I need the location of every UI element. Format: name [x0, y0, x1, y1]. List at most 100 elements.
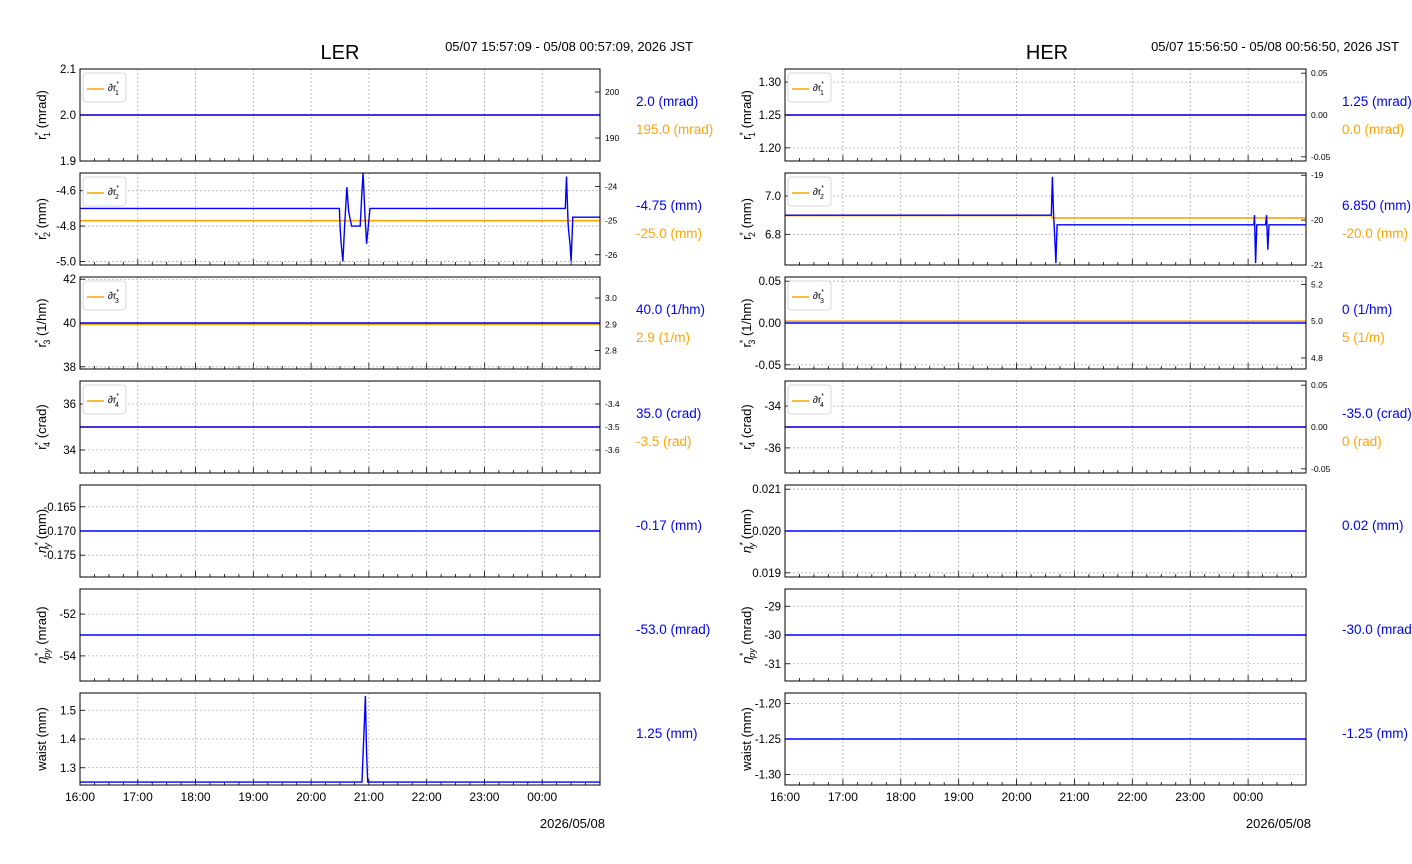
y-tick-label: -31	[764, 659, 781, 671]
value-readout-secondary: -20.0 (mm)	[1342, 226, 1408, 241]
legend: ∂r* 3	[82, 280, 127, 311]
value-readout-primary: 0 (1/hm)	[1342, 302, 1392, 317]
time-range: 05/07 15:57:09 - 05/08 00:57:09, 2026 JS…	[445, 39, 693, 54]
legend-box	[787, 176, 832, 207]
x-tick-label: 21:00	[354, 790, 384, 804]
y2-tick-label: -20	[1311, 215, 1324, 225]
y-axis-label: r*2 (mm)	[738, 198, 757, 240]
value-readout-primary: -30.0 (mrad)	[1342, 622, 1412, 637]
y-tick-label: -29	[764, 601, 781, 613]
legend-box	[82, 176, 127, 207]
panel-7: 1.3 1.4 1.5 waist (mm) 1.25 (mm) 16:00 17:00 18…	[34, 692, 698, 804]
value-readout-secondary: 0 (rad)	[1342, 434, 1382, 449]
y-tick-label: -30	[764, 630, 781, 642]
y-tick-label: -36	[764, 443, 781, 455]
y-tick-label: 2.1	[60, 64, 76, 76]
panel-6: -31 -30 -29 η*py (mrad) -30.0 (mrad)	[738, 588, 1412, 682]
y-tick-label: 0.020	[752, 526, 781, 538]
x-tick-label: 20:00	[1002, 790, 1032, 804]
y-tick-label: -54	[59, 651, 76, 663]
panel-6: -54 -52 η*py (mrad) -53.0 (mrad)	[33, 588, 710, 682]
value-readout-primary: 35.0 (crad)	[636, 406, 701, 421]
y2-tick-label: 200	[605, 87, 619, 97]
y-tick-label: 0.019	[752, 568, 781, 580]
y-tick-label: 1.5	[60, 705, 76, 717]
panel-1: 1.9 2.0 2.1 190 200 ∂r* 1 r*1 (mrad) 2.0 (mrad) 1…	[33, 64, 713, 168]
y2-tick-label: -0.05	[1311, 152, 1331, 162]
value-readout-primary: 40.0 (1/hm)	[636, 302, 705, 317]
y-tick-label: -4.6	[56, 186, 76, 198]
panel-2: 6.8 7.0 -21 -20 -19 ∂r* 2 r*2 (mm) 6.850 (mm) -20…	[738, 170, 1411, 270]
x-tick-label: 22:00	[1117, 790, 1147, 804]
y2-tick-label: 2.8	[605, 346, 617, 356]
value-readout-primary: -4.75 (mm)	[636, 198, 702, 213]
y-tick-label: 1.25	[759, 110, 781, 122]
panel-3: -0.05 0.00 0.05 4.8 5.0 5.2 ∂r* 3 r*3 (1/hm) 0 (1…	[738, 276, 1392, 372]
time-range: 05/07 15:56:50 - 05/08 00:56:50, 2026 JS…	[1151, 39, 1399, 54]
panel-4: -36 -34 -0.05 0.00 0.05 ∂r* 4 r*4 (crad) -35.0 (…	[738, 380, 1412, 474]
y-tick-label: -1.20	[755, 699, 781, 711]
series-secondary-line	[785, 214, 1306, 219]
value-readout-primary: 6.850 (mm)	[1342, 198, 1411, 213]
legend-box	[787, 280, 832, 311]
panel-7: -1.30 -1.25 -1.20waist (mm) -1.25 (mm) 16:00…	[739, 692, 1408, 804]
y2-tick-label: -3.4	[605, 399, 620, 409]
y-tick-label: 1.9	[60, 156, 76, 168]
series-primary-line	[80, 172, 600, 262]
legend: ∂r* 2	[787, 176, 832, 207]
value-readout-secondary: 195.0 (mrad)	[636, 122, 713, 137]
y-axis-label: r*4 (crad)	[738, 404, 757, 449]
y-tick-label: 7.0	[765, 191, 781, 203]
panel-5: -0.175-0.170-0.165η*y (mm) -0.17 (mm)	[33, 484, 702, 578]
ler-column: LER 05/07 15:57:09 - 05/08 00:57:09, 2026…	[33, 39, 713, 831]
x-tick-label: 23:00	[469, 790, 499, 804]
legend-box	[787, 72, 832, 103]
y2-tick-label: 2.9	[605, 319, 617, 329]
y-tick-label: 0.05	[759, 276, 781, 288]
value-readout-secondary: -3.5 (rad)	[636, 434, 692, 449]
y-axis-label: r*3 (1/hm)	[738, 298, 757, 347]
x-tick-label: 22:00	[412, 790, 442, 804]
y2-tick-label: 0.00	[1311, 110, 1328, 120]
value-readout-secondary: -25.0 (mm)	[636, 226, 702, 241]
y-tick-label: 38	[63, 362, 76, 374]
value-readout-primary: 1.25 (mm)	[636, 726, 698, 741]
value-readout-secondary: 2.9 (1/m)	[636, 330, 690, 345]
y-axis-label: r*2 (mm)	[33, 198, 52, 240]
y-axis-label: waist (mm)	[739, 707, 754, 772]
value-readout-primary: -1.25 (mm)	[1342, 726, 1408, 741]
panel-4: 34 36 -3.6 -3.5 -3.4 ∂r* 4 r*4 (crad) 35.0 (crad…	[33, 380, 701, 474]
monitor-figure: LER 05/07 15:57:09 - 05/08 00:57:09, 2026…	[33, 39, 1412, 831]
y-tick-label: 0.00	[759, 318, 781, 330]
x-tick-label: 18:00	[181, 790, 211, 804]
y-tick-label: -1.25	[755, 734, 781, 746]
chart-title: HER	[1026, 42, 1068, 64]
legend: ∂r* 4	[787, 384, 832, 415]
y-tick-label: 0.021	[752, 484, 781, 496]
chart-title: LER	[321, 42, 360, 64]
series-primary-line	[785, 176, 1306, 264]
x-tick-label: 19:00	[944, 790, 974, 804]
x-tick-label: 18:00	[886, 790, 916, 804]
value-readout-secondary: 5 (1/m)	[1342, 330, 1385, 345]
y2-tick-label: -26	[605, 250, 618, 260]
y2-tick-label: -3.5	[605, 422, 620, 432]
value-readout-primary: -53.0 (mrad)	[636, 622, 710, 637]
y-tick-label: 2.0	[60, 110, 76, 122]
x-tick-label: 19:00	[238, 790, 268, 804]
value-readout-primary: 1.25 (mrad)	[1342, 94, 1412, 109]
legend-box	[82, 384, 127, 415]
panel-1: 1.20 1.25 1.30 -0.05 0.00 0.05 ∂r* 1 r*1 (mrad) 1…	[738, 68, 1412, 162]
x-tick-label: 00:00	[527, 790, 557, 804]
y2-tick-label: 5.0	[1311, 316, 1323, 326]
y-tick-label: -4.8	[56, 221, 76, 233]
y2-tick-label: -19	[1311, 170, 1324, 180]
y-axis-label: r*3 (1/hm)	[33, 298, 52, 347]
y-axis-label: r*1 (mrad)	[738, 90, 757, 140]
date-label: 2026/05/08	[1246, 816, 1311, 831]
y-axis-label: waist (mm)	[34, 707, 49, 772]
y-tick-label: -5.0	[56, 256, 76, 268]
panel-5: 0.0190.0200.021η*y (mm) 0.02 (mm)	[738, 484, 1404, 580]
x-tick-label: 20:00	[296, 790, 326, 804]
date-label: 2026/05/08	[540, 816, 605, 831]
